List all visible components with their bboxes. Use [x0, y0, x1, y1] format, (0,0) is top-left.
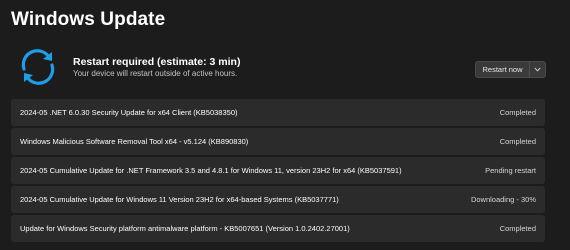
restart-now-button[interactable]: Restart now: [476, 62, 530, 77]
restart-sync-icon: [21, 49, 55, 85]
status-subtitle: Your device will restart outside of acti…: [73, 69, 238, 78]
chevron-down-icon: [534, 67, 541, 72]
update-row: 2024-05 Cumulative Update for Windows 11…: [11, 186, 545, 213]
update-row: 2024-05 .NET 6.0.30 Security Update for …: [11, 99, 545, 126]
update-status: Pending restart: [485, 166, 536, 175]
update-status: Completed: [499, 224, 536, 233]
update-row: 2024-05 Cumulative Update for .NET Frame…: [11, 157, 545, 184]
restart-button-group: Restart now: [475, 61, 546, 78]
update-name: 2024-05 .NET 6.0.30 Security Update for …: [20, 108, 238, 117]
update-name: 2024-05 Cumulative Update for .NET Frame…: [20, 166, 402, 175]
update-row: Update for Windows Security platform ant…: [11, 215, 545, 242]
status-title: Restart required (estimate: 3 min): [73, 56, 241, 68]
page-title: Windows Update: [11, 9, 166, 30]
update-name: Update for Windows Security platform ant…: [20, 224, 350, 233]
update-row: Windows Malicious Software Removal Tool …: [11, 128, 545, 155]
restart-options-button[interactable]: [530, 62, 545, 77]
update-name: Windows Malicious Software Removal Tool …: [20, 137, 249, 146]
update-status: Completed: [499, 108, 536, 117]
update-status: Completed: [499, 137, 536, 146]
restart-status-panel: Restart required (estimate: 3 min) Your …: [12, 44, 558, 92]
update-name: 2024-05 Cumulative Update for Windows 11…: [20, 195, 339, 204]
update-list: 2024-05 .NET 6.0.30 Security Update for …: [11, 99, 545, 244]
update-status: Downloading - 30%: [470, 195, 536, 204]
